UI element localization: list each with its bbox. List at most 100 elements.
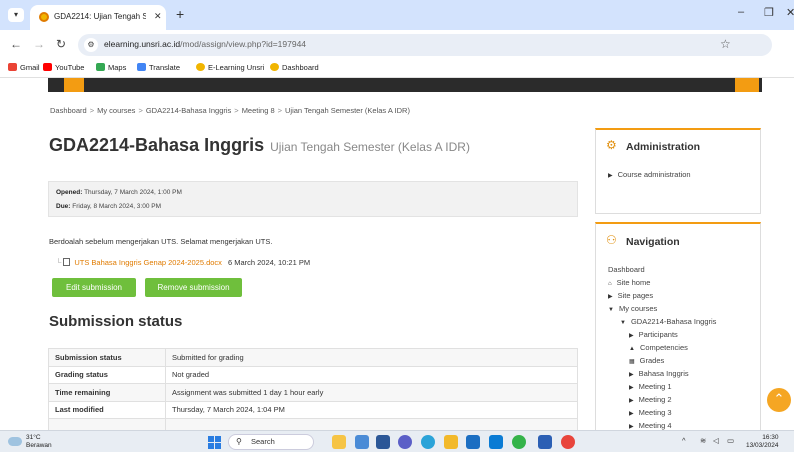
translate-icon xyxy=(137,63,146,71)
table-row: Grading status Not graded xyxy=(48,365,578,384)
header-menu-toggle[interactable] xyxy=(64,78,84,92)
close-window-button[interactable]: ✕ xyxy=(786,6,794,19)
nav-course[interactable]: ▼ GDA2214-Bahasa Inggris xyxy=(620,317,716,326)
assignment-intro: Berdoalah sebelum mengerjakan UTS. Selam… xyxy=(49,237,273,246)
expand-arrow-icon: ▶ xyxy=(629,411,634,417)
competencies-icon: ▲ xyxy=(629,346,635,352)
bookmark-youtube[interactable]: YouTube xyxy=(43,63,84,72)
new-tab-button[interactable]: + xyxy=(176,6,184,22)
bookmark-dashboard[interactable]: Dashboard xyxy=(270,63,319,72)
chat-app-icon[interactable] xyxy=(355,435,369,449)
nav-site-home[interactable]: ⌂ Site home xyxy=(608,278,650,287)
windows-taskbar: 31°C Berawan ⚲ Search ^ ≋ ◁ ▭ 16:30 13/03/2… xyxy=(0,430,794,452)
course-administration-item[interactable]: ▶ Course administration xyxy=(608,170,691,179)
bookmark-gmail[interactable]: Gmail xyxy=(8,63,40,72)
site-info-icon[interactable]: ⚙ xyxy=(84,38,98,52)
chrome-app-icon[interactable] xyxy=(561,435,575,449)
bookmark-translate[interactable]: Translate xyxy=(137,63,180,72)
taskview-icon[interactable] xyxy=(376,435,390,449)
nav-meeting-2[interactable]: ▶ Meeting 2 xyxy=(629,395,672,404)
document-icon xyxy=(63,258,71,266)
block-title: Administration xyxy=(626,141,701,153)
bookmark-elearning[interactable]: E-Learning Unsri xyxy=(196,63,264,72)
youtube-icon xyxy=(43,63,52,71)
expand-arrow-icon: ▶ xyxy=(629,385,634,391)
breadcrumb-course[interactable]: GDA2214-Bahasa Inggris xyxy=(146,106,231,115)
whatsapp-app-icon[interactable] xyxy=(512,435,526,449)
expand-arrow-icon: ▶ xyxy=(629,333,634,339)
chevron-up-icon: ⌃ xyxy=(773,391,785,406)
back-to-top-button[interactable]: ⌃ xyxy=(767,388,791,412)
nav-site-pages[interactable]: ▶ Site pages xyxy=(608,291,653,300)
windows-start-icon[interactable] xyxy=(208,436,221,449)
browser-toolbar: ← → ↻ ⚙ elearning.unsri.ac.id/mod/assign… xyxy=(0,30,794,78)
collapse-arrow-icon: ▼ xyxy=(608,307,614,313)
bookmarks-bar: Gmail YouTube Maps Translate E-Learning … xyxy=(0,59,794,78)
nav-competencies[interactable]: ▲ Competencies xyxy=(629,343,688,352)
store-app-icon[interactable] xyxy=(466,435,480,449)
maximize-button[interactable]: ❐ xyxy=(764,6,774,19)
elearning-icon xyxy=(196,63,205,71)
gmail-icon xyxy=(8,63,17,71)
nav-meeting-3[interactable]: ▶ Meeting 3 xyxy=(629,408,672,417)
navigation-block: ⚇ Navigation Dashboard ⌂ Site home ▶ Site … xyxy=(595,222,761,430)
wifi-icon[interactable]: ≋ xyxy=(700,436,706,445)
back-arrow-icon[interactable]: ← xyxy=(10,37,22,51)
reload-icon[interactable]: ↻ xyxy=(56,37,66,51)
edit-submission-button[interactable]: Edit submission xyxy=(52,278,136,297)
tab-search-button[interactable]: ▾ xyxy=(8,8,24,22)
nav-participants[interactable]: ▶ Participants xyxy=(629,330,678,339)
attachment-date: 6 March 2024, 10:21 PM xyxy=(227,258,311,267)
home-icon: ⌂ xyxy=(608,281,612,287)
table-row: Last modified Thursday, 7 March 2024, 1:0… xyxy=(48,400,578,419)
forward-arrow-icon[interactable]: → xyxy=(33,37,45,51)
nav-my-courses[interactable]: ▼ My courses xyxy=(608,304,657,313)
mail-app-icon[interactable] xyxy=(489,435,503,449)
word-app-icon[interactable] xyxy=(538,435,552,449)
nav-meeting-1[interactable]: ▶ Meeting 1 xyxy=(629,382,672,391)
minimize-button[interactable]: – xyxy=(738,6,744,18)
breadcrumb-my-courses[interactable]: My courses xyxy=(97,106,135,115)
weather-widget[interactable]: 31°C Berawan xyxy=(26,434,52,449)
maps-icon xyxy=(96,63,105,71)
tab-strip: ▾ GDA2214: Ujian Tengah Semest ✕ + – ❐ ✕ xyxy=(0,0,794,30)
due-date: Due: Friday, 8 March 2024, 3:00 PM xyxy=(56,203,162,210)
widgets-app-icon[interactable] xyxy=(332,435,346,449)
nav-bahasa-inggris[interactable]: ▶ Bahasa Inggris xyxy=(629,369,689,378)
volume-icon[interactable]: ◁ xyxy=(713,436,719,445)
nav-dashboard[interactable]: Dashboard xyxy=(608,265,645,274)
bookmark-maps[interactable]: Maps xyxy=(96,63,126,72)
tab-title: GDA2214: Ujian Tengah Semest xyxy=(54,12,146,21)
teams-app-icon[interactable] xyxy=(398,435,412,449)
search-icon: ⚲ xyxy=(236,437,242,446)
nav-meeting-4[interactable]: ▶ Meeting 4 xyxy=(629,421,672,430)
file-explorer-icon[interactable] xyxy=(444,435,458,449)
site-header xyxy=(48,78,762,92)
breadcrumb-current[interactable]: Ujian Tengah Semester (Kelas A IDR) xyxy=(285,106,410,115)
taskbar-search[interactable]: ⚲ Search xyxy=(228,434,314,450)
block-title: Navigation xyxy=(626,236,680,248)
url-text[interactable]: elearning.unsri.ac.id/mod/assign/view.ph… xyxy=(104,39,306,49)
administration-block: ⚙ Administration ▶ Course administration xyxy=(595,128,761,214)
system-clock[interactable]: 16:30 13/03/2024 xyxy=(746,434,779,450)
tray-overflow-icon[interactable]: ^ xyxy=(682,436,686,445)
breadcrumb-dashboard[interactable]: Dashboard xyxy=(50,106,87,115)
edge-app-icon[interactable] xyxy=(421,435,435,449)
bookmark-star-icon[interactable]: ☆ xyxy=(720,37,731,51)
address-bar[interactable]: ⚙ elearning.unsri.ac.id/mod/assign/view.… xyxy=(78,34,772,56)
remove-submission-button[interactable]: Remove submission xyxy=(145,278,242,297)
table-row: Submission status Submitted for grading xyxy=(48,348,578,367)
battery-icon[interactable]: ▭ xyxy=(727,436,734,445)
attachment-link[interactable]: UTS Bahasa Inggris Genap 2024-2025.docx xyxy=(74,258,222,267)
collapse-arrow-icon: ▼ xyxy=(620,320,626,326)
browser-tab[interactable]: GDA2214: Ujian Tengah Semest ✕ xyxy=(30,5,166,30)
breadcrumb: Dashboard > My courses > GDA2214-Bahasa Ingg… xyxy=(50,106,410,115)
opened-date: Opened: Thursday, 7 March 2024, 1:00 PM xyxy=(56,189,182,196)
nav-grades[interactable]: ▦ Grades xyxy=(629,356,664,365)
header-user-menu[interactable] xyxy=(735,78,759,92)
cloud-icon xyxy=(8,437,22,446)
expand-arrow-icon: ▶ xyxy=(629,372,634,378)
breadcrumb-meeting[interactable]: Meeting 8 xyxy=(242,106,275,115)
submission-status-table: Submission status Submitted for grading G… xyxy=(48,348,578,437)
close-tab-icon[interactable]: ✕ xyxy=(154,11,162,22)
